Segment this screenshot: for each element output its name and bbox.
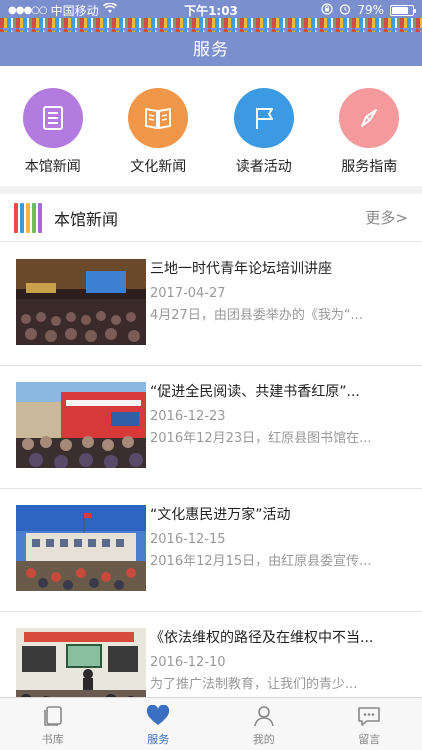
news-date: 2017-04-27 xyxy=(150,286,226,301)
news-item[interactable]: “促进全民阅读、共建书香红原”... 2016-12-23 2016年12月23… xyxy=(0,366,422,489)
tab-label: 书库 xyxy=(41,733,64,746)
page-title: 服务 xyxy=(193,40,229,60)
open-book-icon xyxy=(128,88,189,148)
header-banner: ●●●○○ 中国移动 下午1:03 79% 服务 xyxy=(0,0,422,66)
news-summary: 为了推广法制教育，让我们的青少... xyxy=(150,677,358,692)
news-title: 《依法维权的路径及在维权中不当... xyxy=(150,630,374,646)
heart-icon xyxy=(145,704,171,728)
status-bar: ●●●○○ 中国移动 下午1:03 79% xyxy=(0,0,422,20)
news-thumbnail xyxy=(16,259,146,345)
person-icon xyxy=(251,704,277,728)
news-item[interactable]: 三地一时代青年论坛培训讲座 2017-04-27 4月27日，由团县委举办的《我… xyxy=(0,243,422,366)
decorative-zigzag xyxy=(0,28,422,34)
tab-label: 服务 xyxy=(147,733,170,746)
alarm-icon xyxy=(339,3,351,18)
more-link[interactable]: 更多> xyxy=(365,207,408,228)
category-label: 读者活动 xyxy=(235,159,292,175)
category-label: 服务指南 xyxy=(341,159,398,175)
news-summary: 4月27日，由团县委举办的《我为“... xyxy=(150,308,363,323)
news-item[interactable]: “文化惠民进万家”活动 2016-12-15 2016年12月15日，由红原县委… xyxy=(0,489,422,612)
news-item[interactable]: 《依法维权的路径及在维权中不当... 2016-12-10 为了推广法制教育，让… xyxy=(0,612,422,697)
news-summary: 2016年12月23日，红原县图书馆在... xyxy=(150,431,372,446)
news-thumbnail xyxy=(16,382,146,468)
news-list: 三地一时代青年论坛培训讲座 2017-04-27 4月27日，由团县委举办的《我… xyxy=(0,243,422,697)
tab-message[interactable]: 留言 xyxy=(317,698,422,750)
tab-label: 留言 xyxy=(358,733,381,746)
news-title: “促进全民阅读、共建书香红原”... xyxy=(150,384,360,400)
category-label: 文化新闻 xyxy=(130,159,187,175)
rotation-lock-icon xyxy=(321,2,333,18)
news-title: 三地一时代青年论坛培训讲座 xyxy=(150,261,332,277)
status-time: 下午1:03 xyxy=(184,3,238,18)
category-grid: 本馆新闻 文化新闻 读者活动 服务指南 xyxy=(0,72,422,184)
battery-icon xyxy=(390,4,416,16)
news-title: “文化惠民进万家”活动 xyxy=(150,507,291,523)
category-culture-news[interactable]: 文化新闻 xyxy=(106,72,211,184)
tab-library[interactable]: 书库 xyxy=(0,698,106,750)
tab-service[interactable]: 服务 xyxy=(106,698,212,750)
category-library-news[interactable]: 本馆新闻 xyxy=(0,72,105,184)
book-icon xyxy=(40,704,66,728)
section-divider xyxy=(0,186,422,194)
news-thumbnail xyxy=(16,505,146,591)
battery-level xyxy=(392,6,408,14)
tab-mine[interactable]: 我的 xyxy=(211,698,317,750)
signal-icon: ●●●○○ xyxy=(8,4,48,16)
compass-icon xyxy=(339,88,400,148)
news-date: 2016-12-23 xyxy=(150,409,226,424)
category-label: 本馆新闻 xyxy=(24,159,81,175)
message-icon xyxy=(356,704,382,728)
news-summary: 2016年12月15日，由红原县委宣传... xyxy=(150,554,372,569)
section-header: 本馆新闻 更多> xyxy=(0,194,422,242)
category-service-guide[interactable]: 服务指南 xyxy=(317,72,422,184)
news-thumbnail xyxy=(16,628,146,697)
flag-icon xyxy=(233,88,294,148)
section-title: 本馆新闻 xyxy=(54,209,119,229)
news-list-icon xyxy=(22,88,83,148)
tab-bar: 书库 服务 我的 留言 xyxy=(0,697,422,750)
books-icon xyxy=(14,202,46,233)
battery-percent: 79% xyxy=(357,3,384,17)
news-date: 2016-12-15 xyxy=(150,532,226,547)
category-reader-activities[interactable]: 读者活动 xyxy=(211,72,316,184)
news-date: 2016-12-10 xyxy=(150,655,226,670)
carrier-label: 中国移动 xyxy=(50,3,99,18)
tab-label: 我的 xyxy=(252,733,275,746)
wifi-icon xyxy=(102,2,117,17)
